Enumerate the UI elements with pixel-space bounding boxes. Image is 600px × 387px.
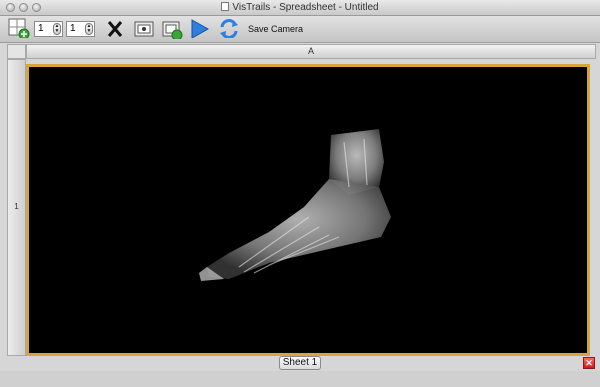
columns-value: 1 — [70, 23, 76, 34]
document-icon — [221, 2, 230, 11]
title-bar: VisTrails - Spreadsheet - Untitled — [0, 0, 600, 16]
sync-icon[interactable] — [218, 18, 240, 38]
delete-cell-icon[interactable] — [106, 19, 124, 39]
camera-capture-icon[interactable] — [161, 19, 183, 39]
sheet-corner — [7, 44, 26, 59]
columns-stepper-icon[interactable]: ▲ ▼ — [85, 23, 93, 35]
columns-spinbox[interactable]: 1 ▲ ▼ — [66, 21, 95, 37]
rows-value: 1 — [38, 23, 44, 34]
spreadsheet-cell[interactable] — [26, 64, 590, 356]
close-sheet-icon[interactable]: ✕ — [583, 357, 595, 369]
row-header-bar: 1 — [7, 59, 26, 356]
camera-icon[interactable] — [133, 19, 155, 39]
window-title-container: VisTrails - Spreadsheet - Untitled — [0, 1, 600, 14]
row-header-1[interactable]: 1 — [8, 202, 25, 211]
add-sheet-icon[interactable] — [8, 18, 30, 38]
column-header-bar: A — [26, 44, 596, 59]
column-header-a[interactable]: A — [27, 46, 595, 56]
toolbar: 1 ▲ ▼ 1 ▲ ▼ Save Camera — [0, 16, 600, 43]
rows-stepper-icon[interactable]: ▲ ▼ — [53, 23, 61, 35]
bottom-strip — [0, 371, 600, 387]
play-icon[interactable] — [190, 18, 210, 38]
tab-sheet-1[interactable]: Sheet 1 — [279, 356, 321, 370]
window-title: VisTrails - Spreadsheet - Untitled — [232, 2, 379, 13]
rows-spinbox[interactable]: 1 ▲ ▼ — [34, 21, 63, 37]
foot-volume-render — [199, 129, 391, 281]
save-camera-button[interactable]: Save Camera — [248, 24, 303, 34]
